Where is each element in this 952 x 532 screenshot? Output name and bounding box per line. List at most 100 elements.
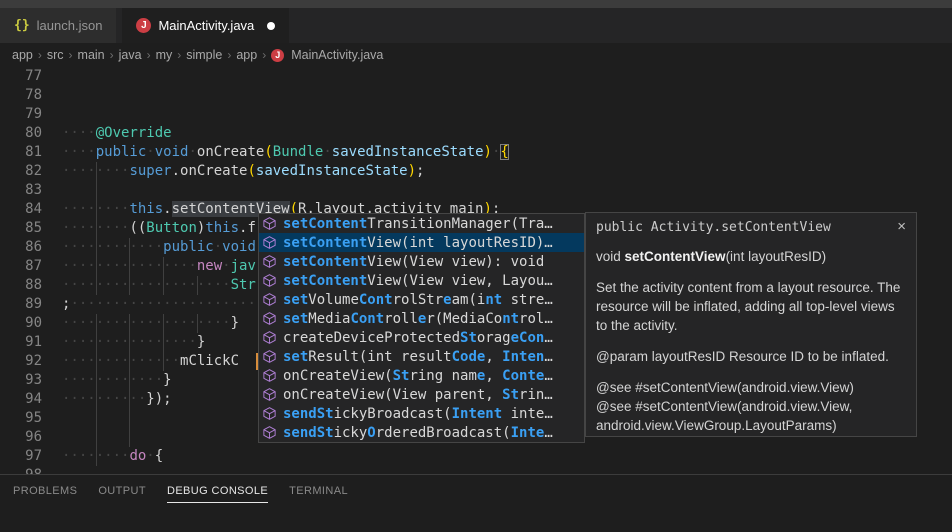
code-line-row: 80 ····@Override: [0, 124, 952, 143]
line-number[interactable]: 80: [0, 124, 42, 143]
code-line[interactable]: ················new·jav: [62, 257, 256, 276]
code-line[interactable]: ············public·void: [62, 238, 256, 257]
line-number[interactable]: 98: [0, 466, 42, 474]
suggest-item[interactable]: sendStickyOrderedBroadcast(Inte…: [259, 423, 584, 442]
code-line[interactable]: ··········});: [62, 390, 172, 409]
suggest-item-label: setContent: [283, 235, 367, 251]
line-number[interactable]: 81: [0, 143, 42, 162]
code-token: ): [408, 163, 416, 179]
line-number[interactable]: 82: [0, 162, 42, 181]
line-number[interactable]: 88: [0, 276, 42, 295]
suggest-item[interactable]: setContentView(View view): void: [259, 252, 584, 271]
code-line[interactable]: ················}: [62, 333, 205, 352]
code-line[interactable]: ;·······················: [62, 295, 264, 314]
code-token: new: [197, 258, 222, 274]
tab-label: launch.json: [37, 18, 103, 33]
suggest-item-label: rolStr: [393, 292, 444, 308]
close-icon[interactable]: ×: [897, 220, 906, 233]
line-number[interactable]: 95: [0, 409, 42, 428]
suggest-item-label: e: [418, 311, 426, 327]
breadcrumb-item[interactable]: simple: [186, 48, 222, 62]
code-token: this: [129, 201, 163, 217]
line-number[interactable]: 96: [0, 428, 42, 447]
suggest-item-label: am(i: [452, 292, 486, 308]
tab-launch-json[interactable]: {} launch.json: [0, 8, 116, 43]
suggest-item-label: TransitionManager(Tra…: [367, 216, 552, 232]
code-token: void: [222, 239, 256, 255]
method-icon: [262, 235, 278, 250]
code-token: savedInstanceState: [332, 144, 484, 160]
whitespace-dots: ····: [62, 144, 96, 160]
suggest-item-label: Conte: [502, 368, 544, 384]
line-number[interactable]: 97: [0, 447, 42, 466]
suggest-item[interactable]: setResult(int resultCode, Inten…: [259, 347, 584, 366]
tab-mainactivity-java[interactable]: J MainActivity.java: [122, 8, 289, 43]
code-line[interactable]: ··············mClickC: [62, 352, 239, 371]
suggest-item-label: onCreateView(: [283, 368, 393, 384]
line-number[interactable]: 87: [0, 257, 42, 276]
panel-tab-problems[interactable]: PROBLEMS: [13, 475, 77, 503]
whitespace-dots: ··········: [62, 391, 146, 407]
code-line[interactable]: ········do·{: [62, 447, 163, 466]
code-line-row: 98: [0, 466, 952, 474]
suggest-item[interactable]: createDeviceProtectedStorageCon…: [259, 328, 584, 347]
breadcrumb-item[interactable]: my: [156, 48, 173, 62]
code-line-row: 79: [0, 105, 952, 124]
line-number[interactable]: 89: [0, 295, 42, 314]
line-number[interactable]: 93: [0, 371, 42, 390]
code-line[interactable]: ········((Button)this.f: [62, 219, 256, 238]
code-line[interactable]: ········super.onCreate(savedInstanceStat…: [62, 162, 424, 181]
line-number[interactable]: 84: [0, 200, 42, 219]
code-token: }: [163, 372, 171, 388]
code-token: Bundle: [273, 144, 324, 160]
code-line[interactable]: ····················}: [62, 314, 239, 333]
line-number[interactable]: 92: [0, 352, 42, 371]
suggest-item[interactable]: setContentView(View view, Layou…: [259, 271, 584, 290]
code-line[interactable]: ····················Str: [62, 276, 256, 295]
json-braces-icon: {}: [14, 18, 30, 33]
code-line[interactable]: ············}: [62, 371, 172, 390]
line-number[interactable]: 91: [0, 333, 42, 352]
suggest-item[interactable]: setContentTransitionManager(Tra…: [259, 214, 584, 233]
breadcrumb-item[interactable]: app: [236, 48, 257, 62]
line-number[interactable]: 83: [0, 181, 42, 200]
suggest-item[interactable]: setContentView(int layoutResID)…: [259, 233, 584, 252]
line-number[interactable]: 94: [0, 390, 42, 409]
code-token: ): [484, 144, 492, 160]
java-icon: J: [271, 49, 284, 62]
breadcrumb-item[interactable]: java: [119, 48, 142, 62]
suggest-item-label: St: [502, 387, 519, 403]
line-number[interactable]: 79: [0, 105, 42, 124]
breadcrumb-item[interactable]: app: [12, 48, 33, 62]
panel-tab-debug-console[interactable]: DEBUG CONSOLE: [167, 475, 268, 503]
line-number[interactable]: 86: [0, 238, 42, 257]
suggest-item[interactable]: onCreateView(String name, Conte…: [259, 366, 584, 385]
line-number[interactable]: 78: [0, 86, 42, 105]
line-number[interactable]: 85: [0, 219, 42, 238]
suggest-widget: setContentTransitionManager(Tra…setConte…: [258, 213, 585, 443]
method-icon: [262, 387, 278, 402]
suggest-item-label: Cont: [350, 311, 384, 327]
breadcrumb-item[interactable]: main: [78, 48, 105, 62]
method-icon: [262, 273, 278, 288]
panel-tab-terminal[interactable]: TERMINAL: [289, 475, 348, 503]
line-number[interactable]: 77: [0, 67, 42, 86]
modified-dot-icon[interactable]: [267, 22, 275, 30]
suggest-item[interactable]: onCreateView(View parent, Strin…: [259, 385, 584, 404]
suggest-item-label: eCon: [511, 330, 545, 346]
suggest-item[interactable]: setVolumeControlStream(int stre…: [259, 290, 584, 309]
line-number[interactable]: 90: [0, 314, 42, 333]
suggest-item-label: e: [443, 292, 451, 308]
code-line-row: 77: [0, 67, 952, 86]
suggest-item[interactable]: sendStickyBroadcast(Intent inte…: [259, 404, 584, 423]
code-token: .f: [239, 220, 256, 236]
breadcrumb-item[interactable]: src: [47, 48, 64, 62]
code-token: @Override: [96, 125, 172, 141]
suggest-item-label: Result(int result: [308, 349, 451, 365]
panel-tab-output[interactable]: OUTPUT: [98, 475, 146, 503]
suggest-item[interactable]: setMediaController(MediaControl…: [259, 309, 584, 328]
code-line[interactable]: ····public·void·onCreate(Bundle·savedIns…: [62, 143, 509, 162]
code-line-row: 82 ········super.onCreate(savedInstanceSt…: [0, 162, 952, 181]
breadcrumb-file[interactable]: MainActivity.java: [291, 48, 383, 62]
code-line[interactable]: ····@Override: [62, 124, 172, 143]
